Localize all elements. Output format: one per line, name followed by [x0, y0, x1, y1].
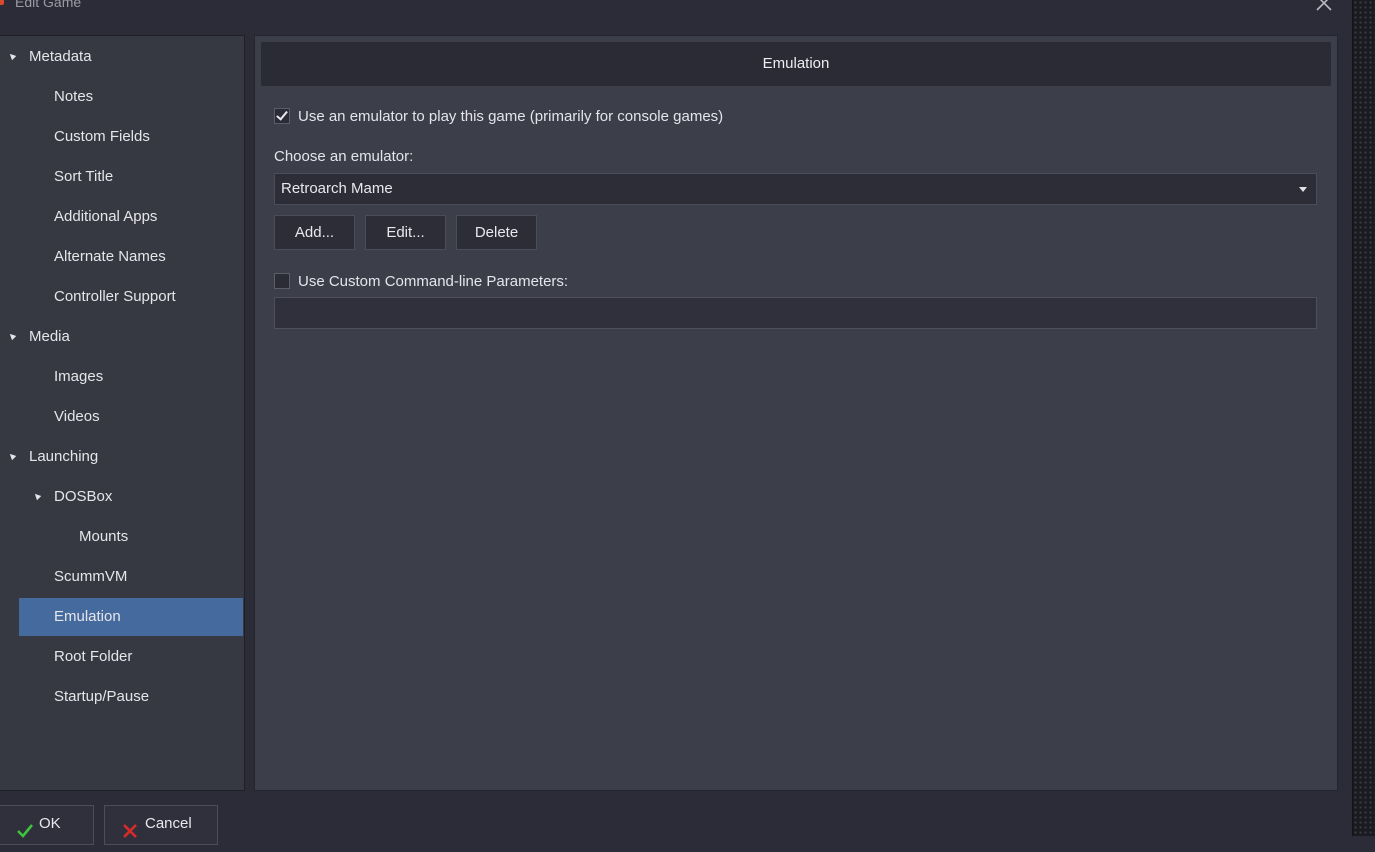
- sidebar-item-scummvm[interactable]: ScummVM: [0, 558, 243, 596]
- expand-triangle-icon[interactable]: [7, 331, 17, 341]
- title-bar: Edit Game: [0, 0, 1352, 28]
- sidebar-item-label: Root Folder: [54, 648, 133, 665]
- sidebar-item-videos[interactable]: Videos: [0, 398, 243, 436]
- sidebar-item-startup-pause[interactable]: Startup/Pause: [0, 678, 243, 716]
- chevron-down-icon: [1299, 187, 1307, 192]
- custom-params-label[interactable]: Use Custom Command-line Parameters:: [298, 273, 568, 290]
- emulator-dropdown-value: Retroarch Mame: [281, 180, 393, 197]
- edit-emulator-button[interactable]: Edit...: [365, 215, 446, 250]
- panel-header: Emulation: [261, 42, 1331, 86]
- expand-triangle-icon[interactable]: [32, 491, 42, 501]
- sidebar-item-custom-fields[interactable]: Custom Fields: [0, 118, 243, 156]
- sidebar-item-label: Mounts: [79, 528, 129, 545]
- sidebar-item-label: DOSBox: [54, 488, 113, 505]
- checkmark-icon: [17, 816, 34, 852]
- sidebar-item-label: ScummVM: [54, 568, 128, 585]
- sidebar-item-sort-title[interactable]: Sort Title: [0, 158, 243, 196]
- sidebar-item-launching[interactable]: Launching: [0, 438, 243, 476]
- use-emulator-label[interactable]: Use an emulator to play this game (prima…: [298, 108, 723, 125]
- background-edge: [1352, 0, 1375, 836]
- sidebar-item-label: Videos: [54, 408, 100, 425]
- add-emulator-button[interactable]: Add...: [274, 215, 355, 250]
- ok-button[interactable]: OK: [0, 805, 94, 845]
- sidebar-item-label: Controller Support: [54, 288, 176, 305]
- ok-label: OK: [39, 815, 61, 832]
- custom-params-input[interactable]: [274, 297, 1317, 329]
- sidebar-item-root-folder[interactable]: Root Folder: [0, 638, 243, 676]
- emulation-panel: Emulation Use an emulator to play this g…: [254, 35, 1338, 791]
- sidebar-item-label: Additional Apps: [54, 208, 158, 225]
- sidebar-item-label: Alternate Names: [54, 248, 166, 265]
- sidebar-item-media[interactable]: Media: [0, 318, 243, 356]
- delete-emulator-button[interactable]: Delete: [456, 215, 537, 250]
- sidebar-item-label: Notes: [54, 88, 94, 105]
- sidebar-item-additional-apps[interactable]: Additional Apps: [0, 198, 243, 236]
- custom-params-checkbox[interactable]: [274, 273, 290, 289]
- sidebar-item-label: Emulation: [54, 608, 121, 625]
- use-emulator-checkbox[interactable]: [274, 108, 290, 124]
- sidebar-item-label: Images: [54, 368, 104, 385]
- window-title: Edit Game: [15, 0, 82, 10]
- sidebar-item-label: Sort Title: [54, 168, 114, 185]
- emulator-dropdown[interactable]: Retroarch Mame: [274, 173, 1317, 205]
- sidebar-item-notes[interactable]: Notes: [0, 78, 243, 116]
- sidebar-item-label: Launching: [29, 448, 99, 465]
- expand-triangle-icon[interactable]: [7, 451, 17, 461]
- sidebar-item-mounts[interactable]: Mounts: [0, 518, 243, 556]
- cancel-label: Cancel: [145, 815, 192, 832]
- sidebar-item-dosbox[interactable]: DOSBox: [0, 478, 243, 516]
- app-icon: [0, 0, 4, 5]
- sidebar-item-emulation[interactable]: Emulation: [19, 598, 243, 636]
- sidebar-item-label: Custom Fields: [54, 128, 150, 145]
- sidebar-item-metadata[interactable]: Metadata: [0, 38, 243, 76]
- sidebar-item-label: Metadata: [29, 48, 92, 65]
- sidebar-tree: Metadata Notes Custom Fields Sort Title Addi…: [0, 35, 245, 791]
- sidebar-item-label: Media: [29, 328, 70, 345]
- close-icon: [1316, 0, 1332, 11]
- cancel-button[interactable]: Cancel: [104, 805, 218, 845]
- sidebar-item-label: Startup/Pause: [54, 688, 150, 705]
- sidebar-item-images[interactable]: Images: [0, 358, 243, 396]
- choose-emulator-label: Choose an emulator:: [274, 148, 414, 165]
- close-button[interactable]: [1313, 0, 1335, 14]
- sidebar-item-alternate-names[interactable]: Alternate Names: [0, 238, 243, 276]
- sidebar-item-controller-support[interactable]: Controller Support: [0, 278, 243, 316]
- expand-triangle-icon[interactable]: [7, 51, 17, 61]
- cancel-x-icon: [123, 816, 137, 852]
